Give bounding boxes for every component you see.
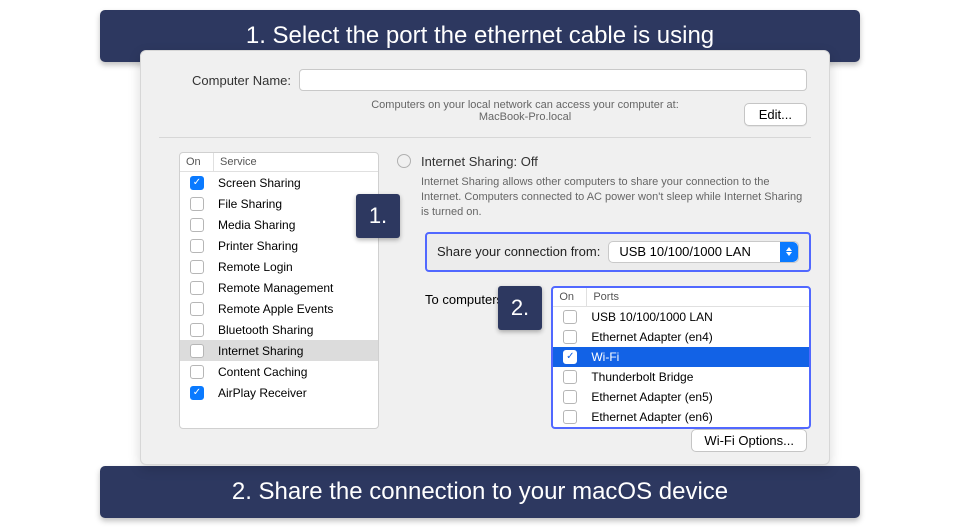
service-row-internet-sharing[interactable]: Internet Sharing [180, 340, 378, 361]
port-checkbox[interactable] [563, 330, 577, 344]
service-checkbox[interactable] [190, 365, 204, 379]
service-checkbox[interactable] [190, 218, 204, 232]
select-arrows-icon [780, 242, 798, 262]
service-label: Printer Sharing [214, 239, 298, 253]
service-label: Internet Sharing [214, 344, 303, 358]
ports-header-on: On [553, 288, 587, 306]
port-label: Wi-Fi [587, 350, 619, 364]
port-label: Ethernet Adapter (en6) [587, 410, 712, 424]
wifi-options-button[interactable]: Wi-Fi Options... [691, 429, 807, 452]
port-label: Ethernet Adapter (en5) [587, 390, 712, 404]
service-checkbox[interactable] [190, 344, 204, 358]
internet-sharing-description: Internet Sharing allows other computers … [421, 175, 811, 220]
port-row-thunderbolt-bridge[interactable]: Thunderbolt Bridge [553, 367, 809, 387]
service-row-media-sharing[interactable]: Media Sharing [180, 214, 378, 235]
service-label: Media Sharing [214, 218, 295, 232]
share-connection-from-row: Share your connection from: USB 10/100/1… [425, 232, 811, 272]
internet-sharing-detail: Internet Sharing: Off Internet Sharing a… [393, 152, 811, 429]
service-row-printer-sharing[interactable]: Printer Sharing [180, 235, 378, 256]
service-row-content-caching[interactable]: Content Caching [180, 361, 378, 382]
service-label: Screen Sharing [214, 176, 301, 190]
port-checkbox[interactable] [563, 350, 577, 364]
service-row-remote-management[interactable]: Remote Management [180, 277, 378, 298]
service-row-bluetooth-sharing[interactable]: Bluetooth Sharing [180, 319, 378, 340]
services-list: On Service Screen Sharing File Sharing Med… [179, 152, 379, 429]
share-from-value: USB 10/100/1000 LAN [619, 244, 751, 259]
service-checkbox[interactable] [190, 176, 204, 190]
service-label: Remote Login [214, 260, 293, 274]
port-row-ethernet-adapter-en5-[interactable]: Ethernet Adapter (en5) [553, 387, 809, 407]
port-label: Thunderbolt Bridge [587, 370, 693, 384]
service-row-screen-sharing[interactable]: Screen Sharing [180, 172, 378, 193]
port-row-wi-fi[interactable]: Wi-Fi [553, 347, 809, 367]
share-from-select[interactable]: USB 10/100/1000 LAN [608, 241, 799, 263]
port-checkbox[interactable] [563, 310, 577, 324]
ports-table: On Ports USB 10/100/1000 LAN Ethernet Ada… [551, 286, 811, 429]
service-checkbox[interactable] [190, 281, 204, 295]
ports-header-ports: Ports [587, 288, 625, 306]
service-label: AirPlay Receiver [214, 386, 307, 400]
services-header-service: Service [214, 153, 263, 171]
port-row-usb-10-100-1000-lan[interactable]: USB 10/100/1000 LAN [553, 307, 809, 327]
service-label: Remote Management [214, 281, 333, 295]
instruction-banner-2: 2. Share the connection to your macOS de… [100, 466, 860, 518]
service-row-airplay-receiver[interactable]: AirPlay Receiver [180, 382, 378, 403]
port-label: USB 10/100/1000 LAN [587, 310, 712, 324]
computer-name-input[interactable] [299, 69, 807, 91]
service-checkbox[interactable] [190, 323, 204, 337]
callout-badge-2: 2. [498, 286, 542, 330]
service-row-remote-apple-events[interactable]: Remote Apple Events [180, 298, 378, 319]
service-label: Content Caching [214, 365, 307, 379]
port-row-ethernet-adapter-en4-[interactable]: Ethernet Adapter (en4) [553, 327, 809, 347]
service-row-file-sharing[interactable]: File Sharing [180, 193, 378, 214]
share-from-label: Share your connection from: [437, 244, 600, 259]
internet-sharing-title: Internet Sharing: Off [421, 154, 811, 169]
service-checkbox[interactable] [190, 386, 204, 400]
computer-name-subtext-1: Computers on your local network can acce… [371, 99, 679, 111]
port-checkbox[interactable] [563, 410, 577, 424]
service-checkbox[interactable] [190, 197, 204, 211]
service-checkbox[interactable] [190, 302, 204, 316]
port-row-ethernet-adapter-en6-[interactable]: Ethernet Adapter (en6) [553, 407, 809, 427]
internet-sharing-radio[interactable] [397, 154, 411, 168]
service-checkbox[interactable] [190, 260, 204, 274]
port-label: Ethernet Adapter (en4) [587, 330, 712, 344]
service-checkbox[interactable] [190, 239, 204, 253]
port-checkbox[interactable] [563, 390, 577, 404]
services-header-on: On [180, 153, 214, 171]
edit-button[interactable]: Edit... [744, 103, 807, 126]
callout-badge-1: 1. [356, 194, 400, 238]
service-label: File Sharing [214, 197, 282, 211]
computer-name-hostname: MacBook-Pro.local [479, 111, 571, 123]
computer-name-label: Computer Name: [181, 73, 291, 88]
sharing-preferences-window: Computer Name: Computers on your local n… [140, 50, 830, 465]
service-label: Bluetooth Sharing [214, 323, 313, 337]
port-checkbox[interactable] [563, 370, 577, 384]
service-label: Remote Apple Events [214, 302, 333, 316]
service-row-remote-login[interactable]: Remote Login [180, 256, 378, 277]
